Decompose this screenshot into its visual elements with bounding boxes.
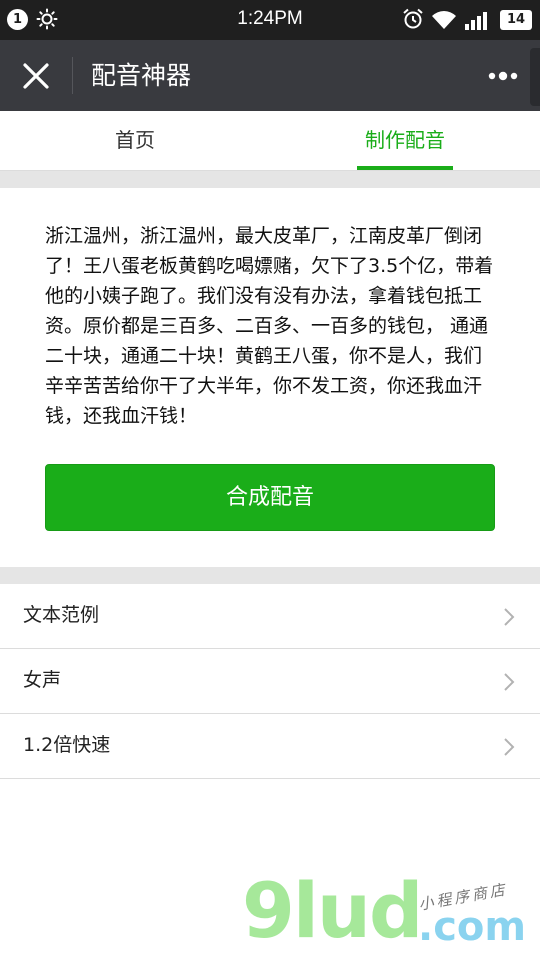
tab-make-dubbing[interactable]: 制作配音: [270, 111, 540, 171]
nav-bar: 配音神器: [0, 40, 540, 111]
list-item-voice[interactable]: 女声: [0, 649, 540, 714]
close-icon: [23, 63, 49, 89]
watermark-brand: 9lud: [242, 866, 423, 955]
watermark-domain: .com: [418, 904, 527, 950]
active-tab-indicator: [357, 166, 453, 170]
page-title: 配音神器: [91, 61, 192, 90]
more-button[interactable]: [482, 60, 526, 92]
section-separator: [0, 567, 540, 584]
chevron-right-icon: [504, 608, 515, 626]
nav-divider: [72, 57, 73, 94]
tab-bar: 首页 制作配音: [0, 111, 540, 171]
tab-home[interactable]: 首页: [0, 111, 270, 171]
wifi-icon: [432, 11, 456, 29]
list-item-label: 文本范例: [23, 604, 100, 626]
chevron-right-icon: [504, 738, 515, 756]
battery-icon: 14: [500, 10, 532, 30]
watermark-logo: 9lud 小程序商店 .com: [238, 866, 538, 960]
close-button[interactable]: [14, 54, 58, 98]
status-bar: 1 1:24PM 14: [0, 0, 540, 40]
list-item-label: 1.2倍快速: [23, 734, 111, 756]
text-card: 浙江温州，浙江温州，最大皮革厂，江南皮革厂倒闭了！王八蛋老板黄鹤吃喝嫖赌，欠下了…: [0, 188, 540, 567]
section-separator: [0, 171, 540, 188]
synthesize-button[interactable]: 合成配音: [45, 464, 495, 531]
alarm-icon: [403, 8, 423, 29]
signal-icon: [465, 12, 487, 30]
list-item-label: 女声: [23, 669, 62, 691]
dubbing-text[interactable]: 浙江温州，浙江温州，最大皮革厂，江南皮革厂倒闭了！王八蛋老板黄鹤吃喝嫖赌，欠下了…: [45, 221, 500, 431]
list-item-text-sample[interactable]: 文本范例: [0, 584, 540, 649]
chevron-right-icon: [504, 673, 515, 691]
list-item-speed[interactable]: 1.2倍快速: [0, 714, 540, 779]
settings-list: 文本范例 女声 1.2倍快速: [0, 584, 540, 779]
nav-edge: [530, 48, 540, 106]
more-icon: [488, 71, 518, 81]
clock: 1:24PM: [237, 8, 303, 29]
